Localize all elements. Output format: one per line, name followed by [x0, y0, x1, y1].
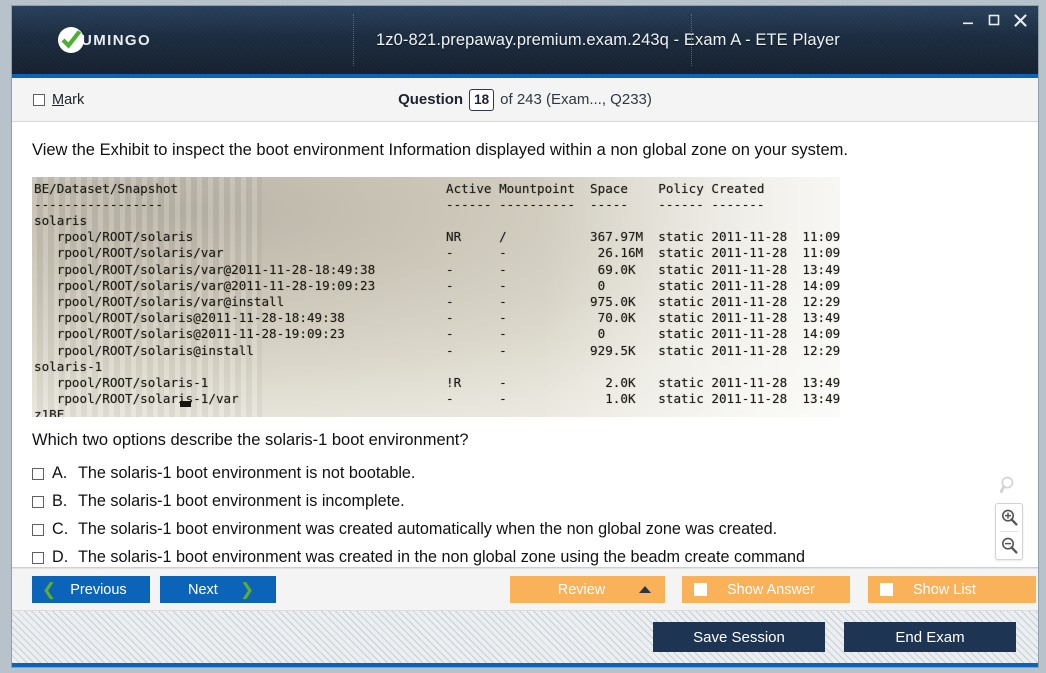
title-bar: UMINGO 1z0-821.prepaway.premium.exam.243…: [12, 6, 1038, 78]
window-controls: [960, 12, 1028, 28]
question-total-label: of 243 (Exam..., Q233): [500, 91, 652, 108]
mark-accel-letter: M: [52, 91, 65, 108]
brand-zone: UMINGO: [12, 6, 354, 74]
show-list-checkbox[interactable]: [880, 583, 893, 596]
title-zone: 1z0-821.prepaway.premium.exam.243q - Exa…: [354, 6, 1038, 74]
window-title: 1z0-821.prepaway.premium.exam.243q - Exa…: [376, 30, 840, 49]
mark-checkbox[interactable]: [33, 93, 45, 106]
show-answer-label: Show Answer: [727, 581, 815, 598]
option-b-checkbox[interactable]: [32, 495, 44, 508]
save-session-button[interactable]: Save Session: [653, 622, 825, 652]
mark-label: Mark: [52, 92, 84, 108]
check-circle-icon: [58, 27, 84, 53]
option-c-text: The solaris-1 boot environment was creat…: [78, 519, 778, 538]
mark-label-rest: ark: [64, 91, 85, 108]
answer-option-b[interactable]: B. The solaris-1 boot environment is inc…: [32, 492, 1018, 511]
maximize-icon[interactable]: [986, 12, 1002, 28]
question-stem: View the Exhibit to inspect the boot env…: [32, 141, 849, 159]
end-exam-button[interactable]: End Exam: [844, 622, 1016, 652]
chevron-left-icon: ❮: [42, 580, 57, 599]
zoom-toolbar: [994, 471, 1024, 560]
exhibit-dataset-column: BE/Dataset/Snapshot ----------------- so…: [34, 180, 376, 417]
vumingo-logo: UMINGO: [58, 27, 151, 53]
sub-question-text: Which two options describe the solaris-1…: [32, 430, 469, 449]
question-counter: Question 18 of 243 (Exam..., Q233): [12, 88, 1038, 111]
zoom-out-icon[interactable]: [996, 532, 1022, 559]
option-c-checkbox[interactable]: [32, 523, 44, 536]
minimize-icon[interactable]: [960, 12, 976, 28]
option-b-text: The solaris-1 boot environment is incomp…: [78, 491, 405, 510]
show-list-button[interactable]: Show List: [868, 576, 1036, 603]
zoom-button-group: [995, 503, 1023, 560]
option-b-letter: B.: [52, 491, 68, 510]
show-list-label: Show List: [913, 581, 976, 598]
save-session-label: Save Session: [693, 628, 785, 646]
caret-up-icon: [639, 586, 651, 593]
previous-button[interactable]: ❮ Previous: [32, 576, 150, 603]
chevron-right-icon: ❯: [239, 580, 255, 599]
review-button-label: Review: [557, 581, 606, 598]
next-button[interactable]: Next ❯: [160, 576, 276, 603]
exhibit-attributes-column: Active Mountpoint Space Policy Created -…: [446, 180, 840, 407]
question-scroll-inner: View the Exhibit to inspect the boot env…: [12, 122, 1038, 567]
question-header-bar: Mark Question 18 of 243 (Exam..., Q233): [12, 78, 1038, 122]
answer-options-list: A. The solaris-1 boot environment is not…: [32, 464, 1018, 567]
answer-option-d[interactable]: D. The solaris-1 boot environment was cr…: [32, 548, 1018, 567]
terminal-cursor: [180, 400, 191, 407]
option-c-letter: C.: [52, 519, 69, 538]
next-button-label: Next: [188, 581, 218, 598]
close-icon[interactable]: [1012, 12, 1028, 28]
option-d-checkbox[interactable]: [32, 551, 44, 564]
end-exam-label: End Exam: [895, 628, 965, 646]
answer-option-c[interactable]: C. The solaris-1 boot environment was cr…: [32, 520, 1018, 539]
app-root: UMINGO 1z0-821.prepaway.premium.exam.243…: [0, 0, 1046, 673]
brand-name: UMINGO: [81, 31, 152, 49]
answer-option-a[interactable]: A. The solaris-1 boot environment is not…: [32, 464, 1018, 483]
question-word: Question: [398, 91, 464, 108]
previous-button-label: Previous: [70, 581, 127, 598]
option-a-text: The solaris-1 boot environment is not bo…: [78, 463, 416, 482]
option-d-letter: D.: [52, 547, 69, 566]
option-d-text: The solaris-1 boot environment was creat…: [78, 547, 806, 566]
show-answer-button[interactable]: Show Answer: [682, 576, 850, 603]
mark-checkbox-group[interactable]: Mark: [33, 92, 84, 108]
option-a-letter: A.: [52, 463, 68, 482]
navigation-bar: ❮ Previous Next ❯ Review Show Answer Sho…: [12, 568, 1038, 610]
show-answer-checkbox[interactable]: [694, 583, 707, 596]
bottom-action-bar: Save Session End Exam: [12, 610, 1038, 667]
ete-player-window: UMINGO 1z0-821.prepaway.premium.exam.243…: [11, 5, 1039, 668]
question-number-input[interactable]: 18: [469, 88, 495, 111]
review-button[interactable]: Review: [510, 576, 665, 603]
option-a-checkbox[interactable]: [32, 467, 44, 480]
question-content-area[interactable]: View the Exhibit to inspect the boot env…: [12, 122, 1038, 568]
zoom-in-icon[interactable]: [996, 504, 1022, 531]
exhibit-image[interactable]: BE/Dataset/Snapshot ----------------- so…: [32, 176, 840, 417]
search-icon[interactable]: [995, 471, 1023, 499]
